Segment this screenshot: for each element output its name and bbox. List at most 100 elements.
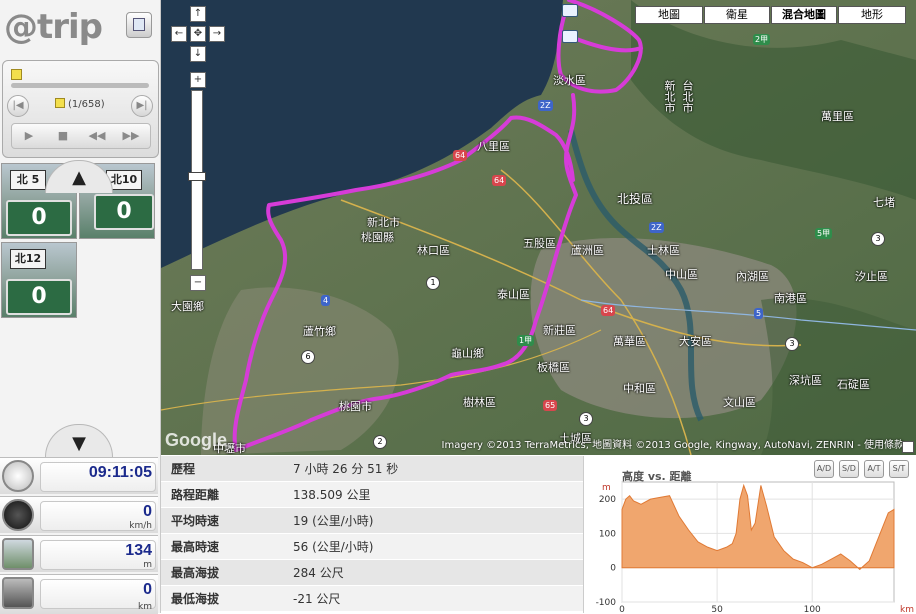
zoom-slider-thumb[interactable] bbox=[188, 172, 206, 181]
fast-forward-icon[interactable]: ▶▶ bbox=[114, 124, 148, 148]
stats-value: -21 公尺 bbox=[293, 592, 341, 606]
place-label: 北投區 bbox=[617, 192, 654, 206]
arrow-down-icon: ▼ bbox=[72, 433, 86, 454]
place-label: 中和區 bbox=[623, 382, 656, 395]
photo-marker-icon[interactable] bbox=[562, 4, 578, 17]
stats-row: 最低海拔 -21 公尺 bbox=[161, 586, 583, 612]
road-shield-icon: 4 bbox=[321, 295, 331, 306]
pan-up-button[interactable]: ↑ bbox=[190, 6, 206, 22]
road-icon bbox=[2, 577, 34, 609]
play-icon[interactable]: ▶ bbox=[12, 124, 46, 148]
rewind-icon[interactable]: ◀◀ bbox=[80, 124, 114, 148]
x-tick-label: 100 bbox=[804, 605, 821, 613]
stats-row: 平均時速 19 (公里/小時) bbox=[161, 508, 583, 534]
place-label: 萬華區 bbox=[613, 335, 646, 348]
place-label: 新莊區 bbox=[543, 324, 576, 337]
road-shield-icon: 2Z bbox=[538, 100, 553, 111]
center-button[interactable]: ✥ bbox=[190, 26, 206, 42]
google-logo: Google bbox=[165, 430, 227, 450]
place-label: 南港區 bbox=[774, 292, 807, 305]
sign-number: 0 bbox=[94, 194, 154, 230]
photo-thumbnail[interactable]: 北12 0 bbox=[1, 242, 77, 318]
playback-slider[interactable] bbox=[11, 83, 149, 88]
mountain-icon bbox=[2, 538, 34, 570]
point-counter: (1/658) bbox=[55, 98, 125, 110]
speed-unit: km/h bbox=[129, 521, 152, 531]
map-type-map[interactable]: 地圖 bbox=[635, 6, 703, 24]
stats-label: 歷程 bbox=[171, 462, 196, 476]
altitude-readout: 134 m bbox=[0, 535, 158, 572]
speed-value: 0 bbox=[143, 503, 152, 520]
settings-icon[interactable] bbox=[126, 12, 152, 38]
x-axis-label: km bbox=[900, 605, 914, 613]
pan-left-button[interactable]: ← bbox=[171, 26, 187, 42]
altitude-value: 134 bbox=[125, 542, 152, 559]
photo-marker-icon[interactable] bbox=[562, 30, 578, 43]
place-label: 林口區 bbox=[417, 244, 450, 257]
map-view[interactable]: 地圖 衛星 混合地圖 地形 ↑ ← ✥ → ↓ + − 淡水區 八里區 北投區 … bbox=[161, 0, 916, 455]
road-shield-icon: 6 bbox=[301, 350, 315, 364]
road-shield-icon: 2 bbox=[373, 435, 387, 449]
road-shield-icon: 2Z bbox=[649, 222, 664, 233]
stop-icon[interactable]: ■ bbox=[46, 124, 80, 148]
scroll-down-button[interactable]: ▼ bbox=[45, 424, 113, 457]
stats-label: 最高時速 bbox=[171, 540, 220, 554]
stats-row: 最高時速 56 (公里/小時) bbox=[161, 534, 583, 560]
place-label: 石碇區 bbox=[837, 378, 870, 391]
road-shield-icon: 64 bbox=[492, 175, 507, 186]
map-copyright: Imagery ©2013 TerraMetrics, 地圖資料 ©2013 G… bbox=[441, 440, 904, 451]
zoom-in-button[interactable]: + bbox=[190, 72, 206, 88]
place-label: 萬里區 bbox=[821, 110, 854, 123]
road-shield-icon: 3 bbox=[785, 337, 799, 351]
road-shield-icon: 5 bbox=[754, 308, 764, 319]
place-label: 大園鄉 bbox=[171, 300, 204, 313]
next-point-button[interactable]: ▶| bbox=[131, 95, 153, 117]
place-label: 台北市 bbox=[681, 80, 694, 113]
y-tick-label: 200 bbox=[599, 495, 616, 505]
map-type-hybrid[interactable]: 混合地圖 bbox=[771, 6, 837, 24]
stats-label: 路程距離 bbox=[171, 488, 220, 502]
sign-text: 北12 bbox=[10, 249, 46, 269]
place-label: 淡水區 bbox=[553, 74, 586, 87]
distance-value: 0 bbox=[143, 581, 152, 598]
elevation-chart: 高度 vs. 距離 A/D S/D A/T S/T -100 0 100 200 0 50… bbox=[583, 456, 916, 613]
time-value: 09:11:05 bbox=[88, 464, 152, 481]
zoom-out-button[interactable]: − bbox=[190, 275, 206, 291]
stats-row: 歷程 7 小時 26 分 51 秒 bbox=[161, 456, 583, 482]
distance-readout: 0 km bbox=[0, 574, 158, 614]
speed-readout: 0 km/h bbox=[0, 496, 158, 533]
road-shield-icon: 3 bbox=[871, 232, 885, 246]
place-label: 樹林區 bbox=[463, 396, 496, 409]
pan-right-button[interactable]: → bbox=[209, 26, 225, 42]
place-label: 八里區 bbox=[477, 140, 510, 153]
x-tick-label: 50 bbox=[711, 605, 723, 613]
place-label: 板橋區 bbox=[537, 361, 570, 374]
flag-icon bbox=[55, 98, 65, 108]
stats-row: 最高海拔 284 公尺 bbox=[161, 560, 583, 586]
stats-label: 平均時速 bbox=[171, 514, 220, 528]
place-label: 汐止區 bbox=[855, 270, 888, 283]
resize-corner-icon[interactable] bbox=[902, 441, 914, 453]
place-label: 七堵 bbox=[873, 196, 895, 209]
map-type-terrain[interactable]: 地形 bbox=[838, 6, 906, 24]
y-tick-label: -100 bbox=[596, 598, 617, 608]
left-panel: @trip |◀ (1/658) ▶| ▶ ■ ◀◀ ▶▶ 北 5 0 北10 … bbox=[0, 0, 161, 614]
place-label: 文山區 bbox=[723, 396, 756, 409]
road-shield-icon: 64 bbox=[453, 150, 468, 161]
place-label: 蘆竹鄉 bbox=[303, 325, 336, 338]
previous-point-button[interactable]: |◀ bbox=[7, 95, 29, 117]
app-logo: @trip bbox=[4, 7, 103, 47]
stats-value: 7 小時 26 分 51 秒 bbox=[293, 462, 399, 476]
stats-value: 19 (公里/小時) bbox=[293, 514, 374, 528]
pan-down-button[interactable]: ↓ bbox=[190, 46, 206, 62]
place-label: 泰山區 bbox=[497, 288, 530, 301]
x-tick-label: 0 bbox=[619, 605, 625, 613]
place-label: 深坑區 bbox=[789, 374, 822, 387]
map-type-satellite[interactable]: 衛星 bbox=[704, 6, 770, 24]
road-shield-icon: 1甲 bbox=[517, 335, 535, 346]
y-axis-label: m bbox=[602, 483, 611, 493]
place-label: 新北市 bbox=[663, 80, 676, 113]
time-readout: 09:11:05 bbox=[0, 457, 158, 494]
place-label: 龜山鄉 bbox=[451, 347, 484, 360]
arrow-up-icon: ▲ bbox=[72, 167, 86, 188]
